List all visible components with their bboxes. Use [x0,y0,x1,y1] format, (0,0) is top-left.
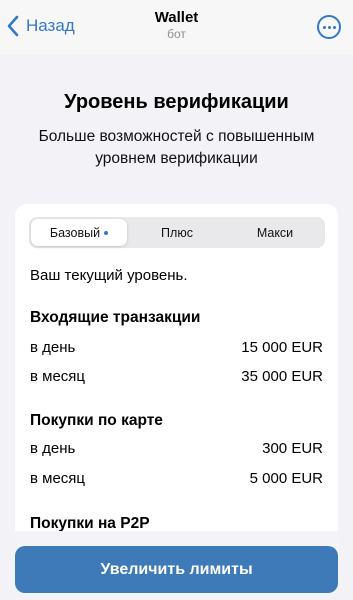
tab-maxi[interactable]: Макси [227,219,323,246]
limit-row: в день 300 EUR [30,440,323,457]
current-level-dot-icon [104,230,109,235]
limit-label: в месяц [30,368,86,385]
limit-label: в день [30,339,76,356]
limit-label: в день [30,440,76,457]
limit-value: 15 000 EUR [241,339,323,356]
limit-value: 5 000 EUR [249,470,323,487]
section-title: Входящие транзакции [30,309,201,326]
title-block: Wallet бот [0,9,353,41]
more-dots-icon [322,25,326,29]
page-description: Больше возможностей с повышенным уровнем… [38,128,315,167]
more-options-button[interactable] [317,15,341,39]
chat-subtitle: бот [167,27,186,41]
limit-label: в месяц [30,470,86,487]
tab-label: Плюс [161,225,193,240]
limit-value: 300 EUR [262,440,323,457]
page-title: Уровень верификации [64,91,289,113]
tab-basic[interactable]: Базовый [31,219,127,246]
more-dot [327,25,331,29]
tab-plus[interactable]: Плюс [129,219,225,246]
limit-row: в день 15 000 EUR [30,339,323,356]
section-title: Покупки по карте [30,412,163,429]
limit-row: в месяц 5 000 EUR [30,470,323,487]
chat-title: Wallet [154,9,199,26]
more-dot [332,25,336,29]
level-tabs: Базовый Плюс Макси [29,217,325,248]
limit-value: 35 000 EUR [241,368,323,385]
increase-limits-button[interactable]: Увеличить лимиты [15,546,338,593]
top-bar: Назад Wallet бот [0,0,353,54]
limit-row: в месяц 35 000 EUR [30,368,323,385]
tab-label: Базовый [49,225,101,240]
current-level-text: Ваш текущий уровень. [30,267,188,284]
tab-label: Макси [256,225,294,240]
